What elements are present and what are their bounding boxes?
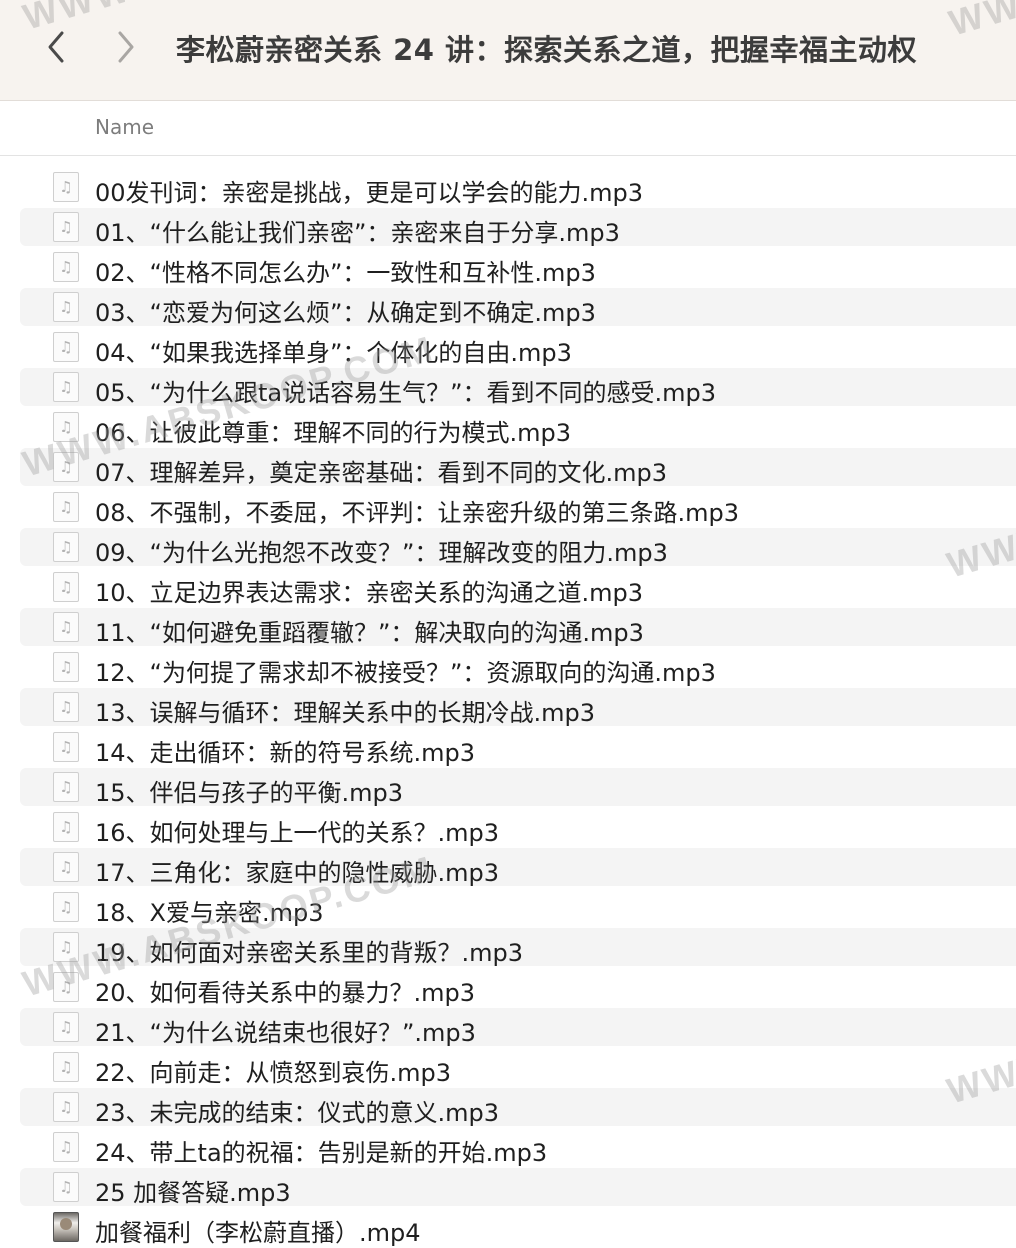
file-name: 06、让彼此尊重：理解不同的行为模式.mp3 [95, 419, 572, 447]
name-column-header[interactable]: Name [95, 115, 154, 139]
file-row[interactable]: ♫ 02、“性格不同怎么办”：一致性和互补性.mp3 [0, 247, 1016, 287]
file-row[interactable]: ♫ 16、如何处理与上一代的关系？.mp3 [0, 807, 1016, 847]
file-name: 22、向前走：从愤怒到哀伤.mp3 [95, 1059, 452, 1087]
audio-file-icon: ♫ [53, 1092, 79, 1122]
file-row[interactable]: ♫ 03、“恋爱为何这么烦”：从确定到不确定.mp3 [0, 287, 1016, 327]
video-file-icon [53, 1212, 79, 1242]
audio-file-icon: ♫ [53, 1172, 79, 1202]
file-name: 07、理解差异，奠定亲密基础：看到不同的文化.mp3 [95, 459, 668, 487]
file-row[interactable]: ♫ 21、“为什么说结束也很好？”.mp3 [0, 1007, 1016, 1047]
file-list: ♫ 00发刊词：亲密是挑战，更是可以学会的能力.mp3 ♫ 01、“什么能让我们亲密”… [0, 167, 1016, 1247]
audio-file-icon: ♫ [53, 732, 79, 762]
audio-file-icon: ♫ [53, 812, 79, 842]
file-name: 10、立足边界表达需求：亲密关系的沟通之道.mp3 [95, 579, 644, 607]
chevron-left-icon [48, 31, 64, 63]
file-name: 18、X爱与亲密.mp3 [95, 899, 324, 927]
file-name: 15、伴侣与孩子的平衡.mp3 [95, 779, 404, 807]
file-row[interactable]: ♫ 22、向前走：从愤怒到哀伤.mp3 [0, 1047, 1016, 1087]
audio-file-icon: ♫ [53, 412, 79, 442]
audio-file-icon: ♫ [53, 772, 79, 802]
audio-file-icon: ♫ [53, 972, 79, 1002]
file-row[interactable]: ♫ 19、如何面对亲密关系里的背叛？.mp3 [0, 927, 1016, 967]
file-name: 09、“为什么光抱怨不改变？”：理解改变的阻力.mp3 [95, 539, 668, 567]
audio-file-icon: ♫ [53, 452, 79, 482]
file-name: 19、如何面对亲密关系里的背叛？.mp3 [95, 939, 524, 967]
file-row[interactable]: ♫ 14、走出循环：新的符号系统.mp3 [0, 727, 1016, 767]
file-name: 12、“为何提了需求却不被接受？”：资源取向的沟通.mp3 [95, 659, 716, 687]
file-name: 04、“如果我选择单身”：个体化的自由.mp3 [95, 339, 572, 367]
audio-file-icon: ♫ [53, 932, 79, 962]
file-name: 00发刊词：亲密是挑战，更是可以学会的能力.mp3 [95, 179, 644, 207]
list-column-header: Name [0, 101, 1016, 156]
file-row[interactable]: ♫ 13、误解与循环：理解关系中的长期冷战.mp3 [0, 687, 1016, 727]
audio-file-icon: ♫ [53, 652, 79, 682]
audio-file-icon: ♫ [53, 852, 79, 882]
file-name: 11、“如何避免重蹈覆辙？”：解决取向的沟通.mp3 [95, 619, 644, 647]
audio-file-icon: ♫ [53, 612, 79, 642]
back-button[interactable] [34, 22, 78, 72]
file-row[interactable]: 加餐福利（李松蔚直播）.mp4 [0, 1207, 1016, 1247]
file-row[interactable]: ♫ 04、“如果我选择单身”：个体化的自由.mp3 [0, 327, 1016, 367]
audio-file-icon: ♫ [53, 252, 79, 282]
file-row[interactable]: ♫ 08、不强制，不委屈，不评判：让亲密升级的第三条路.mp3 [0, 487, 1016, 527]
file-row[interactable]: ♫ 25 加餐答疑.mp3 [0, 1167, 1016, 1207]
file-name: 加餐福利（李松蔚直播）.mp4 [95, 1219, 421, 1247]
audio-file-icon: ♫ [53, 372, 79, 402]
file-name: 25 加餐答疑.mp3 [95, 1179, 291, 1207]
audio-file-icon: ♫ [53, 572, 79, 602]
file-name: 16、如何处理与上一代的关系？.mp3 [95, 819, 500, 847]
file-name: 21、“为什么说结束也很好？”.mp3 [95, 1019, 476, 1047]
window-title: 李松蔚亲密关系 24 讲：探索关系之道，把握幸福主动权 [176, 33, 918, 67]
file-name: 20、如何看待关系中的暴力？.mp3 [95, 979, 476, 1007]
file-row[interactable]: ♫ 20、如何看待关系中的暴力？.mp3 [0, 967, 1016, 1007]
audio-file-icon: ♫ [53, 212, 79, 242]
file-row[interactable]: ♫ 01、“什么能让我们亲密”：亲密来自于分享.mp3 [0, 207, 1016, 247]
file-row[interactable]: ♫ 23、未完成的结束：仪式的意义.mp3 [0, 1087, 1016, 1127]
file-row[interactable]: ♫ 18、X爱与亲密.mp3 [0, 887, 1016, 927]
file-row[interactable]: ♫ 24、带上ta的祝福：告别是新的开始.mp3 [0, 1127, 1016, 1167]
file-name: 03、“恋爱为何这么烦”：从确定到不确定.mp3 [95, 299, 596, 327]
file-name: 05、“为什么跟ta说话容易生气？”：看到不同的感受.mp3 [95, 379, 717, 407]
audio-file-icon: ♫ [53, 1012, 79, 1042]
audio-file-icon: ♫ [53, 292, 79, 322]
forward-button[interactable] [104, 22, 148, 72]
file-name: 13、误解与循环：理解关系中的长期冷战.mp3 [95, 699, 596, 727]
chevron-right-icon [118, 31, 134, 63]
file-row[interactable]: ♫ 15、伴侣与孩子的平衡.mp3 [0, 767, 1016, 807]
file-row[interactable]: ♫ 09、“为什么光抱怨不改变？”：理解改变的阻力.mp3 [0, 527, 1016, 567]
file-row[interactable]: ♫ 07、理解差异，奠定亲密基础：看到不同的文化.mp3 [0, 447, 1016, 487]
file-name: 14、走出循环：新的符号系统.mp3 [95, 739, 476, 767]
toolbar: 李松蔚亲密关系 24 讲：探索关系之道，把握幸福主动权 [0, 0, 1016, 101]
file-name: 01、“什么能让我们亲密”：亲密来自于分享.mp3 [95, 219, 620, 247]
file-row[interactable]: ♫ 06、让彼此尊重：理解不同的行为模式.mp3 [0, 407, 1016, 447]
audio-file-icon: ♫ [53, 1132, 79, 1162]
file-row[interactable]: ♫ 17、三角化：家庭中的隐性威胁.mp3 [0, 847, 1016, 887]
file-name: 24、带上ta的祝福：告别是新的开始.mp3 [95, 1139, 548, 1167]
file-name: 08、不强制，不委屈，不评判：让亲密升级的第三条路.mp3 [95, 499, 740, 527]
audio-file-icon: ♫ [53, 692, 79, 722]
file-name: 17、三角化：家庭中的隐性威胁.mp3 [95, 859, 500, 887]
file-row[interactable]: ♫ 00发刊词：亲密是挑战，更是可以学会的能力.mp3 [0, 167, 1016, 207]
audio-file-icon: ♫ [53, 492, 79, 522]
file-row[interactable]: ♫ 05、“为什么跟ta说话容易生气？”：看到不同的感受.mp3 [0, 367, 1016, 407]
file-row[interactable]: ♫ 12、“为何提了需求却不被接受？”：资源取向的沟通.mp3 [0, 647, 1016, 687]
audio-file-icon: ♫ [53, 892, 79, 922]
file-row[interactable]: ♫ 11、“如何避免重蹈覆辙？”：解决取向的沟通.mp3 [0, 607, 1016, 647]
file-name: 02、“性格不同怎么办”：一致性和互补性.mp3 [95, 259, 596, 287]
audio-file-icon: ♫ [53, 532, 79, 562]
audio-file-icon: ♫ [53, 332, 79, 362]
file-row[interactable]: ♫ 10、立足边界表达需求：亲密关系的沟通之道.mp3 [0, 567, 1016, 607]
file-name: 23、未完成的结束：仪式的意义.mp3 [95, 1099, 500, 1127]
audio-file-icon: ♫ [53, 1052, 79, 1082]
audio-file-icon: ♫ [53, 172, 79, 202]
